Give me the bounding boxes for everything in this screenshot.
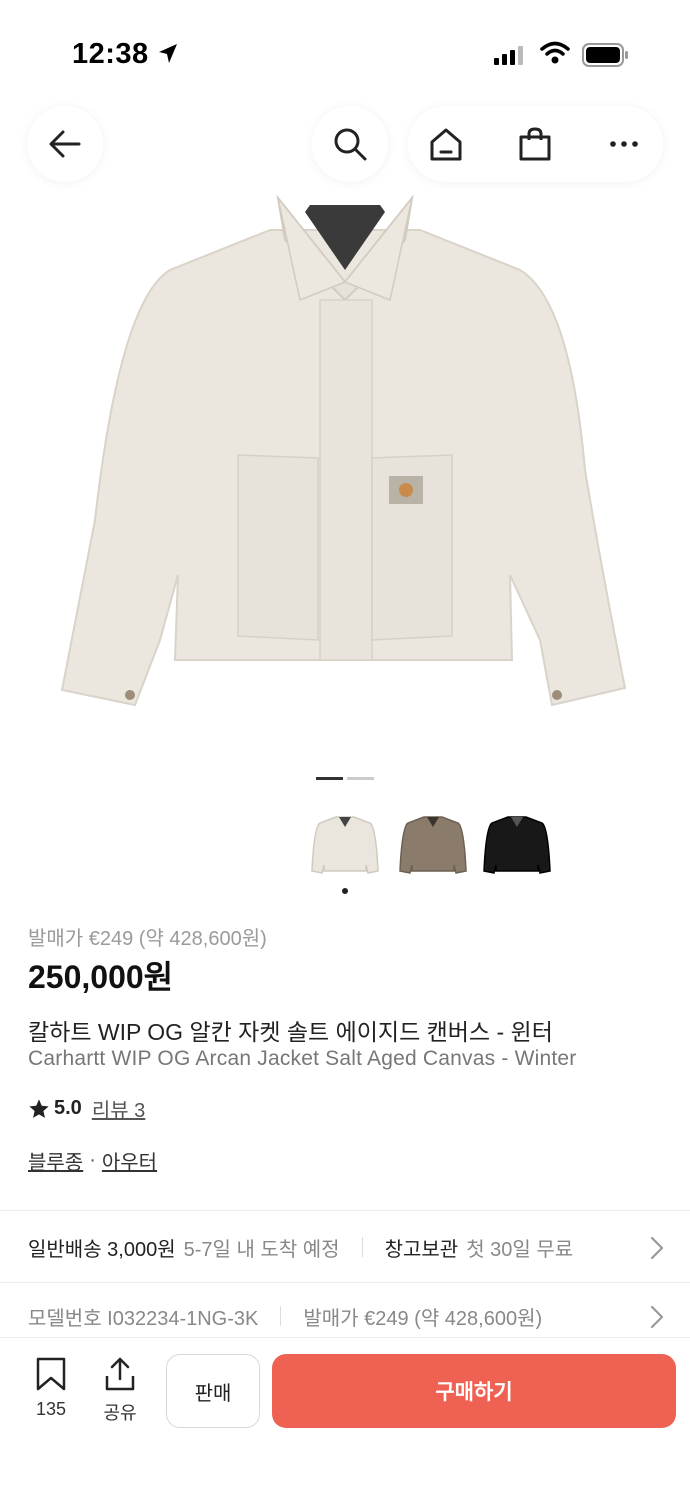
- status-time: 12:38: [72, 38, 149, 70]
- home-button[interactable]: [426, 124, 466, 164]
- search-icon: [334, 128, 367, 161]
- warehouse-storage-label: 창고보관: [384, 1238, 459, 1261]
- jacket-thumbnail-salt: [311, 816, 379, 874]
- image-pager: [316, 777, 374, 781]
- search-button[interactable]: [312, 106, 388, 182]
- home-icon: [430, 128, 462, 161]
- wishlist-count: 135: [35, 1399, 67, 1419]
- buy-button[interactable]: 구매하기: [272, 1354, 676, 1428]
- pager-indicator: [347, 777, 374, 780]
- model-number: 모델번호 I032234-1NG-3K: [28, 1307, 259, 1330]
- wishlist-button[interactable]: 135: [28, 1356, 74, 1420]
- product-title-ko: 칼하트 WIP OG 알칸 자켓 솔트 에이지드 캔버스 - 윈터: [28, 1019, 553, 1045]
- chevron-right-icon: [650, 1305, 664, 1329]
- rating-value: 5.0: [54, 1097, 82, 1119]
- model-release-price: 발매가 €249 (약 428,600원): [303, 1307, 543, 1330]
- vertical-separator: [280, 1306, 282, 1326]
- battery-icon: [582, 43, 628, 67]
- shopping-bag-icon: [519, 127, 551, 161]
- standard-shipping-eta: 5-7일 내 도착 예정: [183, 1238, 340, 1261]
- color-thumbnail-salt[interactable]: [308, 808, 382, 882]
- category-separator: ·: [89, 1149, 96, 1171]
- arrow-left-icon: [49, 130, 81, 158]
- back-button[interactable]: [27, 106, 103, 182]
- warehouse-storage-note: 첫 30일 무료: [466, 1238, 574, 1261]
- bottom-action-bar: 135 공유 판매 구매하기: [0, 1337, 690, 1500]
- signal-icon: [494, 46, 523, 65]
- wifi-icon: [540, 41, 570, 64]
- current-price: 250,000원: [28, 959, 174, 995]
- selected-thumbnail-dot: [342, 888, 348, 894]
- color-thumbnail-black[interactable]: [480, 808, 554, 882]
- vertical-separator: [361, 1237, 363, 1257]
- star-icon: [29, 1098, 49, 1118]
- color-thumbnail-brown[interactable]: [396, 808, 470, 882]
- shipping-info-row[interactable]: 일반배송 3,000원 5-7일 내 도착 예정 창고보관 첫 30일 무료: [0, 1212, 690, 1282]
- sell-button[interactable]: 판매: [166, 1354, 260, 1428]
- more-button[interactable]: [604, 124, 644, 164]
- standard-shipping-label: 일반배송 3,000원: [28, 1238, 176, 1261]
- release-price: 발매가 €249 (약 428,600원): [28, 928, 267, 950]
- share-button[interactable]: 공유: [96, 1356, 144, 1425]
- more-dots-icon: [610, 141, 638, 147]
- rating-row: 5.0 리뷰 3: [28, 1094, 145, 1123]
- product-title-en: Carhartt WIP OG Arcan Jacket Salt Aged C…: [28, 1047, 577, 1070]
- chevron-right-icon: [650, 1236, 664, 1260]
- jacket-thumbnail-brown: [399, 816, 467, 874]
- category-link-blouson[interactable]: 블루종: [28, 1146, 83, 1175]
- review-link[interactable]: 리뷰 3: [92, 1094, 145, 1123]
- jacket-thumbnail-black: [483, 816, 551, 874]
- pager-indicator-active: [316, 777, 343, 780]
- status-bar: 12:38: [0, 0, 690, 100]
- category-link-outer[interactable]: 아우터: [102, 1146, 157, 1175]
- divider: [0, 1210, 690, 1211]
- header-action-group: [408, 106, 663, 182]
- share-label: 공유: [103, 1403, 137, 1423]
- shopping-bag-button[interactable]: [515, 124, 555, 164]
- bookmark-icon: [36, 1357, 66, 1391]
- share-icon: [105, 1357, 135, 1391]
- location-arrow-icon: [159, 44, 177, 63]
- category-row: 블루종 · 아우터: [28, 1146, 157, 1175]
